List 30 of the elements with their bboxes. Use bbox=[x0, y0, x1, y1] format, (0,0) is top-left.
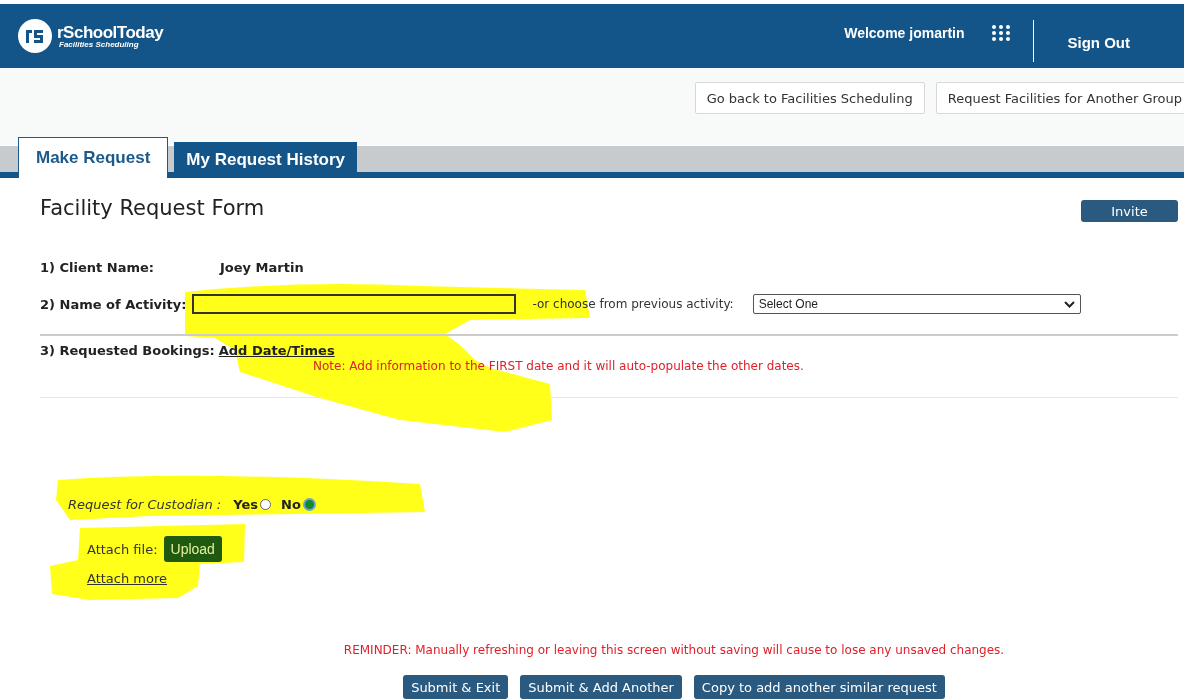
nav-button[interactable]: Request Facilities for Another Group bbox=[935, 82, 1184, 114]
chevron-down-icon bbox=[1063, 300, 1075, 308]
client-name: Joey Martin bbox=[220, 260, 304, 275]
activity-select[interactable]: Select One bbox=[752, 294, 1081, 314]
action-button[interactable]: Submit & Exit bbox=[403, 675, 509, 699]
welcome-text: Welcome jomartin bbox=[844, 25, 965, 41]
upload-button[interactable]: Upload bbox=[163, 536, 222, 562]
radio-label: Yes bbox=[233, 497, 259, 512]
invite-button[interactable]: Invite bbox=[1081, 200, 1178, 222]
tab[interactable]: Make Request bbox=[18, 137, 169, 178]
field-label: 3) Requested Bookings: bbox=[40, 343, 215, 358]
logo-tagline: Facilities Scheduling bbox=[59, 40, 139, 49]
field-label: 2) Name of Activity: bbox=[40, 296, 187, 312]
logo-text: rSchoolToday bbox=[57, 23, 164, 41]
form-title: Facility Request Form bbox=[40, 196, 265, 220]
action-button[interactable]: Submit & Add Another bbox=[520, 675, 682, 699]
note-text: Note: Add information to the FIRST date and it will auto-populate the other dates. bbox=[313, 359, 805, 373]
apps-grid-icon[interactable] bbox=[990, 24, 1011, 42]
logo-icon bbox=[17, 18, 53, 54]
custodian-label: Request for Custodian : bbox=[68, 497, 222, 512]
field-label: 1) Client Name: bbox=[40, 260, 155, 275]
attach-label: Attach file: bbox=[87, 541, 158, 557]
radio-button[interactable] bbox=[260, 499, 272, 510]
reminder-text: REMINDER: Manually refreshing or leaving this screen without saving will cause to lose any unsaved changes. bbox=[342, 643, 1006, 657]
activity-input-field[interactable] bbox=[192, 294, 517, 314]
radio-label: No bbox=[281, 497, 301, 512]
attach-more-link[interactable]: Attach more bbox=[87, 571, 168, 586]
action-button[interactable]: Copy to add another similar request bbox=[693, 675, 945, 699]
nav-button[interactable]: Go back to Facilities Scheduling bbox=[694, 82, 925, 114]
sign-out-link[interactable]: Sign Out bbox=[1067, 33, 1130, 51]
